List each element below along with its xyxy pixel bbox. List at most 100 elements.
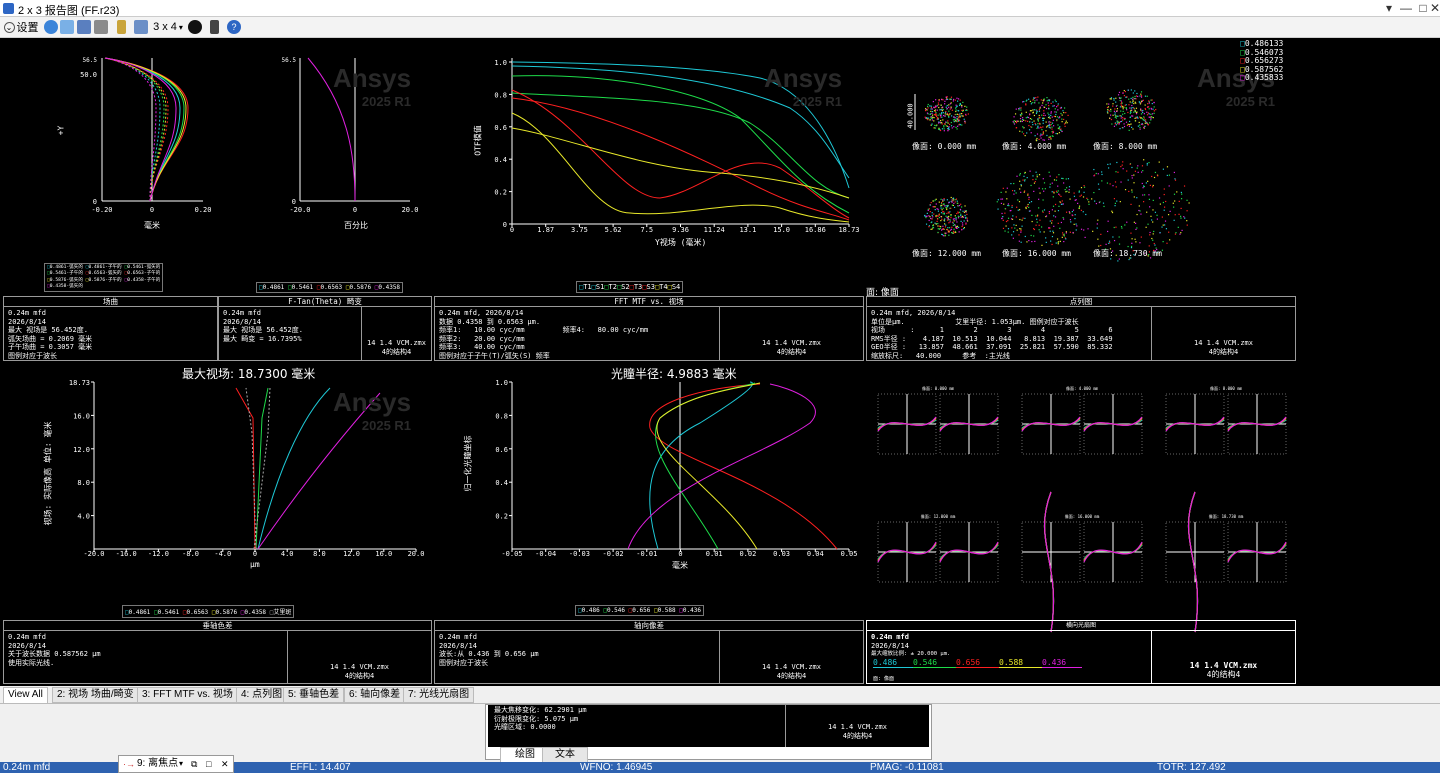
- spot-point: [1113, 97, 1115, 100]
- spot-point: [1174, 233, 1177, 235]
- spot-point: [1053, 115, 1055, 117]
- spot-point: [955, 218, 957, 220]
- spot-point: [1112, 236, 1114, 238]
- close-icon[interactable]: ✕: [221, 756, 229, 772]
- layout-selector[interactable]: 3 x 4 ▾: [152, 19, 184, 35]
- spot-point: [1143, 127, 1145, 129]
- minimize-icon[interactable]: —: [1399, 1, 1413, 15]
- chevron-down-icon[interactable]: ▾: [179, 756, 183, 772]
- spot-point: [1148, 194, 1150, 196]
- refresh-icon[interactable]: [44, 19, 58, 35]
- settings-button[interactable]: ⌄ 设置: [3, 19, 39, 35]
- lock-icon[interactable]: [114, 19, 128, 35]
- spot-point: [1124, 189, 1127, 191]
- tab-axial[interactable]: 6: 轴向像差: [344, 687, 406, 703]
- spot-point: [950, 217, 952, 219]
- tab-field-distortion[interactable]: 2: 视场 场曲/畸变: [52, 687, 139, 703]
- copy-icon[interactable]: [60, 19, 74, 35]
- spot-point: [1109, 98, 1111, 100]
- tab-view-all[interactable]: View All: [3, 687, 48, 703]
- spot-point: [1173, 206, 1175, 208]
- spot-point: [930, 228, 932, 230]
- print-icon[interactable]: [94, 19, 108, 35]
- spot-point: [1168, 185, 1170, 187]
- spot-point: [1069, 198, 1071, 200]
- spot-point: [940, 202, 943, 204]
- lc-ylabel: 视场: 实际像高 单位: 毫米: [43, 421, 53, 526]
- spot-point: [1120, 97, 1122, 99]
- spot-point: [1174, 179, 1177, 181]
- tab-text[interactable]: 文本: [542, 747, 588, 763]
- spot-point: [924, 116, 926, 118]
- spot-point: [956, 113, 959, 115]
- spot-point: [1165, 228, 1168, 230]
- spot-point: [951, 109, 953, 111]
- x-tick-label: 16.86: [805, 226, 826, 234]
- spot-point: [1040, 99, 1042, 101]
- spot-point: [961, 106, 963, 108]
- spot-point: [939, 129, 942, 132]
- spot-point: [954, 107, 957, 109]
- layout-icon[interactable]: [134, 19, 148, 35]
- dropdown-icon[interactable]: ▾: [1382, 1, 1396, 15]
- spot-point: [966, 217, 968, 219]
- spot-point: [1161, 226, 1163, 228]
- spot-point: [942, 213, 944, 215]
- x-tick-label: 1.87: [537, 226, 554, 234]
- spot-point: [1016, 206, 1018, 208]
- spot-point: [1041, 104, 1043, 106]
- tab-spot[interactable]: 4: 点列图: [236, 687, 288, 703]
- spot-point: [1181, 193, 1183, 195]
- spot-point: [1013, 123, 1016, 125]
- floating-window[interactable]: ·→ 9: 离焦点 ▾ ⧉ □ ✕: [118, 755, 234, 773]
- spot-point: [964, 205, 966, 207]
- spot-point: [1137, 95, 1139, 98]
- spot-point: [929, 204, 931, 206]
- spot-point: [1045, 215, 1048, 217]
- spot-point: [1060, 128, 1062, 130]
- tab-lateral-color[interactable]: 5: 垂轴色差: [283, 687, 345, 703]
- power-icon[interactable]: [188, 19, 202, 35]
- panel-body: 0.24m mfd 2026/8/14 关于波长数据 0.587562 μm 使用实际…: [8, 633, 101, 667]
- save-icon[interactable]: [77, 19, 91, 35]
- maximize-icon[interactable]: □: [206, 756, 211, 772]
- spot-point: [1051, 243, 1053, 246]
- spot-point: [948, 227, 951, 229]
- panel-title: 轴向像差: [435, 621, 863, 631]
- spot-point: [1119, 106, 1122, 108]
- spot-point: [1123, 95, 1126, 97]
- spot-point: [1026, 177, 1028, 179]
- spot-point: [953, 126, 955, 128]
- x-tick-label: 0.04: [807, 550, 824, 558]
- spot-point: [1093, 168, 1095, 171]
- spot-point: [1181, 229, 1183, 231]
- help-icon[interactable]: ?: [227, 19, 241, 35]
- spot-point: [950, 125, 953, 127]
- window-icon[interactable]: [207, 19, 221, 35]
- tab-ray-fan[interactable]: 7: 光线光扇图: [403, 687, 475, 703]
- spot-point: [1017, 209, 1019, 211]
- spot-point: [1049, 117, 1051, 119]
- spot-point: [1015, 122, 1018, 124]
- spot-point: [1061, 200, 1063, 202]
- spot-point: [926, 117, 928, 119]
- spot-point: [1114, 205, 1116, 207]
- watermark: Ansys 2025 R1: [333, 387, 412, 433]
- spot-point: [1021, 120, 1023, 123]
- spot-point: [1047, 112, 1049, 114]
- panel-footer: 14 1.4 VCM.zmx 4的结构4: [1151, 631, 1295, 683]
- spot-point: [1055, 179, 1058, 181]
- spot-point: [1057, 222, 1059, 224]
- spot-point: [938, 103, 940, 106]
- spot-point: [1054, 99, 1056, 101]
- spot-point: [1150, 118, 1152, 120]
- spot-point: [1108, 242, 1110, 244]
- spot-point: [1118, 236, 1120, 238]
- panel-body: 0.24m mfd, 2026/8/14 单位是μm. 艾里半径: 1.053μm…: [871, 309, 1113, 360]
- spot-point: [1020, 120, 1022, 122]
- tab-mtf[interactable]: 3: FFT MTF vs. 视场: [137, 687, 238, 703]
- close-icon[interactable]: ✕: [1428, 1, 1440, 15]
- spot-point: [1048, 227, 1050, 229]
- restore-icon[interactable]: ⧉: [191, 756, 197, 772]
- spot-point: [937, 114, 939, 116]
